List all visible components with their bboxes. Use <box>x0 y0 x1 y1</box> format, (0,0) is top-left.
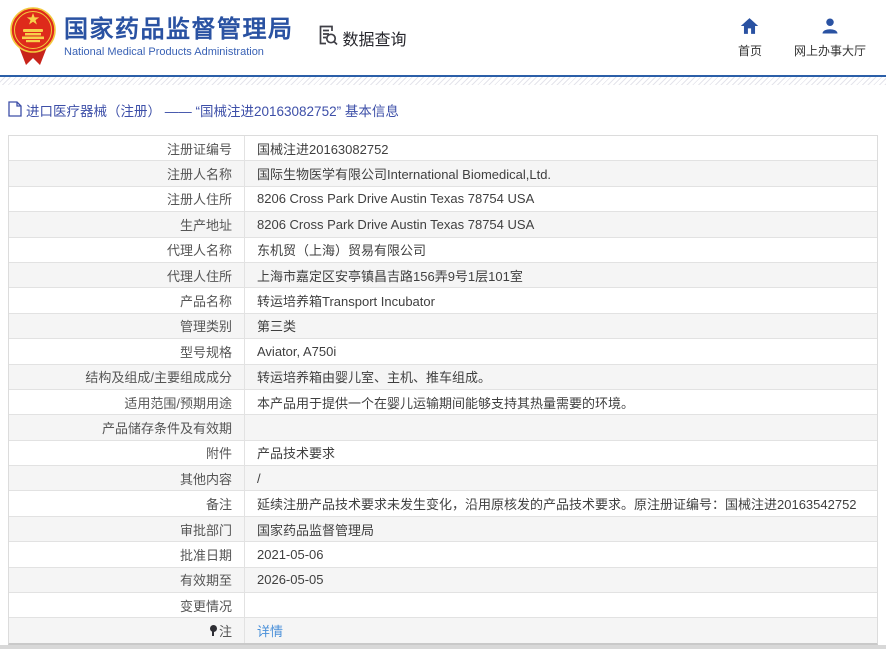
row-value: 产品技术要求 <box>245 441 877 465</box>
data-query-label: 数据查询 <box>343 26 407 50</box>
table-row: 生产地址8206 Cross Park Drive Austin Texas 7… <box>9 211 877 236</box>
row-value: 本产品用于提供一个在婴儿运输期间能够支持其热量需要的环境。 <box>245 390 877 414</box>
table-row: 结构及组成/主要组成成分转运培养箱由婴儿室、主机、推车组成。 <box>9 364 877 389</box>
row-value: 延续注册产品技术要求未发生变化，沿用原核发的产品技术要求。原注册证编号：国械注进… <box>245 491 877 515</box>
row-value: 详情 <box>245 618 877 642</box>
row-label: 管理类别 <box>9 314 245 338</box>
row-label: 有效期至 <box>9 568 245 592</box>
row-value: 转运培养箱Transport Incubator <box>245 288 877 312</box>
row-value: 8206 Cross Park Drive Austin Texas 78754… <box>245 187 877 211</box>
row-label: 注 <box>9 618 245 642</box>
table-row: 注册证编号国械注进20163082752 <box>9 136 877 160</box>
detail-link[interactable]: 详情 <box>257 621 283 640</box>
row-label: 代理人名称 <box>9 238 245 262</box>
row-label: 批准日期 <box>9 542 245 566</box>
document-search-icon <box>316 23 343 52</box>
table-row: 其他内容/ <box>9 465 877 490</box>
home-icon <box>740 17 759 42</box>
agency-name-en: National Medical Products Administration <box>64 46 294 58</box>
table-row: 审批部门国家药品监督管理局 <box>9 516 877 541</box>
row-value: 转运培养箱由婴儿室、主机、推车组成。 <box>245 365 877 389</box>
row-label: 代理人住所 <box>9 263 245 287</box>
row-value: 国际生物医学有限公司International Biomedical,Ltd. <box>245 161 877 185</box>
breadcrumb: 进口医疗器械（注册） —— “国械注进20163082752” 基本信息 <box>8 100 878 120</box>
breadcrumb-text: 进口医疗器械（注册） —— “国械注进20163082752” 基本信息 <box>26 100 399 120</box>
table-row: 注册人名称国际生物医学有限公司International Biomedical,… <box>9 160 877 185</box>
data-query-tab[interactable]: 数据查询 <box>316 23 407 52</box>
row-value: Aviator, A750i <box>245 339 877 363</box>
nav-service-hall[interactable]: 网上办事大厅 <box>794 17 866 59</box>
agency-title-block: 国家药品监督管理局 National Medical Products Admi… <box>64 17 294 58</box>
row-label: 适用范围/预期用途 <box>9 390 245 414</box>
table-row: 变更情况 <box>9 592 877 617</box>
footer-strip <box>0 645 886 649</box>
row-label: 注册人住所 <box>9 187 245 211</box>
row-label: 注册证编号 <box>9 136 245 160</box>
row-value: 上海市嘉定区安亭镇昌吉路156弄9号1层101室 <box>245 263 877 287</box>
row-value: 东机贸（上海）贸易有限公司 <box>245 238 877 262</box>
row-value <box>245 593 877 617</box>
table-row: 产品储存条件及有效期 <box>9 414 877 439</box>
row-value: 第三类 <box>245 314 877 338</box>
table-row: 产品名称转运培养箱Transport Incubator <box>9 287 877 312</box>
national-emblem-logo <box>10 5 56 72</box>
row-value: 2026-05-05 <box>245 568 877 592</box>
row-label: 产品名称 <box>9 288 245 312</box>
pin-icon <box>209 625 218 636</box>
row-label: 型号规格 <box>9 339 245 363</box>
row-label: 结构及组成/主要组成成分 <box>9 365 245 389</box>
table-row: 注册人住所8206 Cross Park Drive Austin Texas … <box>9 186 877 211</box>
row-value <box>245 415 877 439</box>
row-value: 国家药品监督管理局 <box>245 517 877 541</box>
row-label: 生产地址 <box>9 212 245 236</box>
row-label: 其他内容 <box>9 466 245 490</box>
info-table: 注册证编号国械注进20163082752注册人名称国际生物医学有限公司Inter… <box>8 135 878 645</box>
nav-home[interactable]: 首页 <box>738 17 762 59</box>
row-value: / <box>245 466 877 490</box>
row-value: 8206 Cross Park Drive Austin Texas 78754… <box>245 212 877 236</box>
row-value: 国械注进20163082752 <box>245 136 877 160</box>
table-row: 型号规格Aviator, A750i <box>9 338 877 363</box>
table-row: 批准日期2021-05-06 <box>9 541 877 566</box>
table-row: 管理类别第三类 <box>9 313 877 338</box>
table-row: 注详情 <box>9 617 877 642</box>
table-row: 附件产品技术要求 <box>9 440 877 465</box>
row-label: 附件 <box>9 441 245 465</box>
page-icon <box>8 101 26 120</box>
table-row: 适用范围/预期用途本产品用于提供一个在婴儿运输期间能够支持其热量需要的环境。 <box>9 389 877 414</box>
person-icon <box>821 17 839 42</box>
table-row: 代理人名称东机贸（上海）贸易有限公司 <box>9 237 877 262</box>
header: 国家药品监督管理局 National Medical Products Admi… <box>0 0 886 75</box>
header-nav: 首页 网上办事大厅 <box>738 17 866 59</box>
row-label: 审批部门 <box>9 517 245 541</box>
row-label: 变更情况 <box>9 593 245 617</box>
row-label: 备注 <box>9 491 245 515</box>
agency-name-zh: 国家药品监督管理局 <box>64 17 294 43</box>
row-label: 注册人名称 <box>9 161 245 185</box>
table-row: 代理人住所上海市嘉定区安亭镇昌吉路156弄9号1层101室 <box>9 262 877 287</box>
nav-service-hall-label: 网上办事大厅 <box>794 42 866 59</box>
table-row: 有效期至2026-05-05 <box>9 567 877 592</box>
row-value: 2021-05-06 <box>245 542 877 566</box>
table-row: 备注延续注册产品技术要求未发生变化，沿用原核发的产品技术要求。原注册证编号：国械… <box>9 490 877 515</box>
row-label: 产品储存条件及有效期 <box>9 415 245 439</box>
header-hatch-band <box>0 77 886 85</box>
nav-home-label: 首页 <box>738 42 762 59</box>
